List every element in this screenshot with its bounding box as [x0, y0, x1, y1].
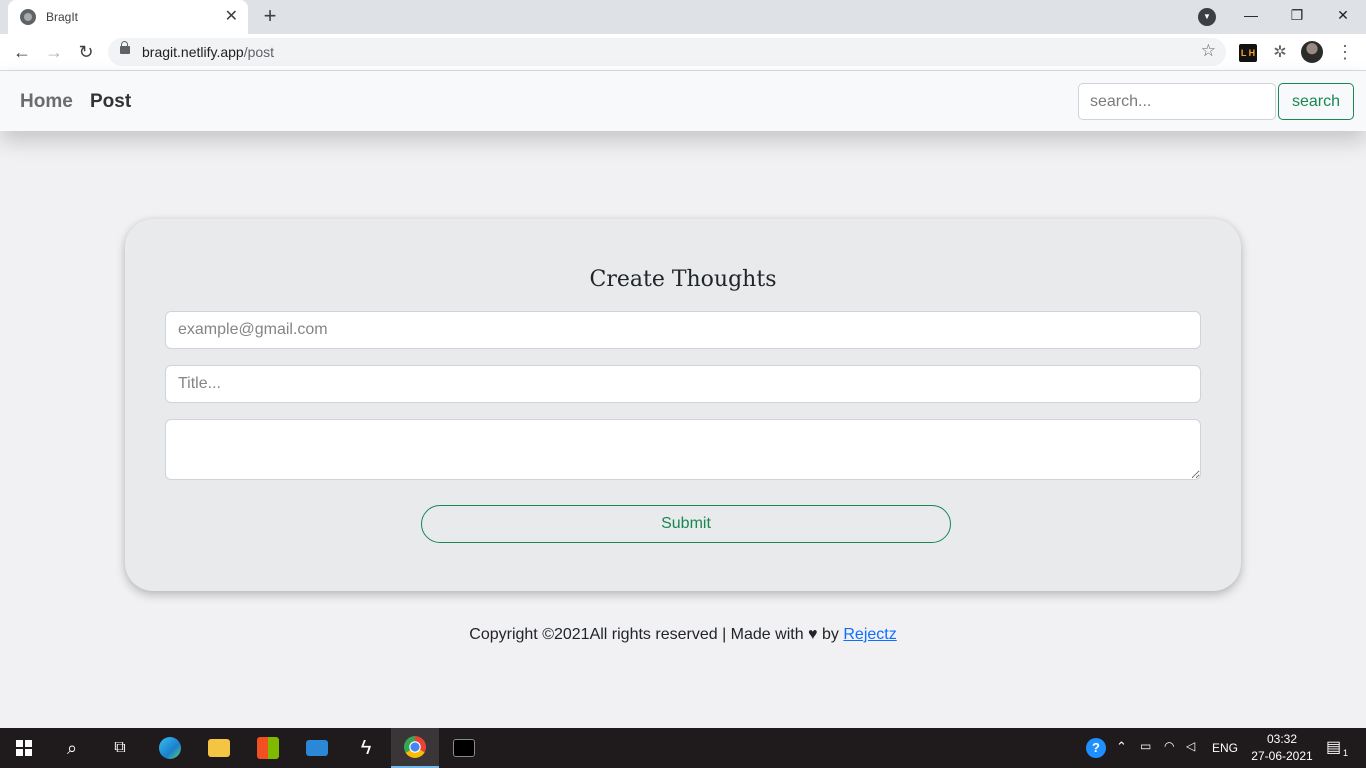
browser-menu-icon[interactable]: ⋮	[1336, 42, 1354, 63]
extensions-puzzle-icon[interactable]: ✲	[1271, 44, 1289, 62]
bookmark-star-icon[interactable]: ☆	[1201, 41, 1216, 61]
minimize-icon[interactable]: —	[1228, 0, 1274, 30]
system-clock[interactable]: 03:32 27-06-2021	[1250, 731, 1314, 765]
clock-time: 03:32	[1266, 732, 1298, 746]
browser-tabstrip: BragIt ✕ + ▼ — ❐ ✕	[0, 0, 1366, 34]
start-button[interactable]	[0, 728, 48, 768]
terminal-icon[interactable]	[440, 728, 488, 768]
profile-avatar[interactable]	[1301, 41, 1323, 63]
extension-lh-icon[interactable]: L H	[1239, 44, 1257, 62]
title-field[interactable]	[165, 365, 1201, 403]
app-bolt-icon[interactable]: ϟ	[342, 728, 390, 768]
close-window-icon[interactable]: ✕	[1320, 0, 1366, 30]
nav-home-link[interactable]: Home	[20, 91, 73, 113]
file-explorer-icon[interactable]	[195, 728, 243, 768]
tray-chevron-icon[interactable]: ⌃	[1116, 739, 1127, 755]
notification-count: 1	[1343, 748, 1349, 758]
store-icon[interactable]	[244, 728, 292, 768]
footer-by: by	[822, 626, 839, 643]
author-link[interactable]: Rejectz	[843, 626, 896, 643]
card-title: Create Thoughts	[589, 267, 777, 292]
address-bar[interactable]: bragit.netlify.app/post ☆	[108, 38, 1226, 66]
search-input[interactable]	[1078, 83, 1276, 120]
help-icon[interactable]: ?	[1082, 728, 1110, 768]
chrome-icon[interactable]	[391, 728, 439, 768]
back-icon[interactable]: ←	[8, 39, 36, 67]
search-button[interactable]: search	[1278, 83, 1354, 120]
heart-icon: ♥	[808, 626, 818, 643]
lock-icon	[120, 41, 130, 54]
footer-copyright: Copyright ©2021All rights reserved | Mad…	[469, 626, 804, 643]
notification-icon[interactable]: ▤	[1326, 737, 1341, 757]
edge-icon[interactable]	[146, 728, 194, 768]
url-path: /post	[243, 44, 275, 60]
browser-tab[interactable]: BragIt ✕	[8, 0, 248, 34]
close-tab-icon[interactable]: ✕	[225, 9, 238, 25]
submit-button[interactable]: Submit	[421, 505, 951, 543]
reload-icon[interactable]: ↻	[72, 39, 100, 67]
windows-taskbar: ⌕ ⧉ ϟ ? ⌃ ▭ ◠ ◁ ENG 03:32 27-06-2021 ▤ 1	[0, 728, 1366, 768]
task-view-icon[interactable]: ⧉	[96, 728, 144, 768]
tab-title: BragIt	[46, 10, 79, 24]
footer: Copyright ©2021All rights reserved | Mad…	[0, 626, 1366, 644]
new-tab-icon[interactable]: +	[258, 4, 282, 30]
mail-icon[interactable]	[293, 728, 341, 768]
url-text: bragit.netlify.app/post	[142, 44, 274, 60]
volume-icon[interactable]: ◁	[1186, 739, 1195, 753]
create-thoughts-card: Create Thoughts Submit	[125, 219, 1241, 591]
battery-icon[interactable]: ▭	[1140, 739, 1151, 753]
search-icon[interactable]: ⌕	[48, 728, 96, 768]
wifi-icon[interactable]: ◠	[1164, 739, 1174, 753]
globe-icon	[20, 9, 36, 25]
thought-textarea[interactable]	[165, 419, 1201, 480]
clock-date: 27-06-2021	[1251, 749, 1313, 763]
language-indicator[interactable]: ENG	[1212, 741, 1238, 755]
url-host: bragit.netlify.app	[142, 44, 244, 60]
tab-search-icon[interactable]: ▼	[1198, 8, 1216, 26]
page-content: Home Post search Create Thoughts Submit …	[0, 71, 1366, 728]
restore-icon[interactable]: ❐	[1274, 0, 1320, 30]
forward-icon[interactable]: →	[40, 39, 68, 67]
site-navbar: Home Post search	[0, 71, 1366, 131]
email-field[interactable]	[165, 311, 1201, 349]
nav-post-link[interactable]: Post	[90, 91, 131, 113]
windows-logo-icon	[16, 740, 32, 756]
browser-toolbar: ← → ↻ bragit.netlify.app/post ☆	[0, 34, 1366, 71]
